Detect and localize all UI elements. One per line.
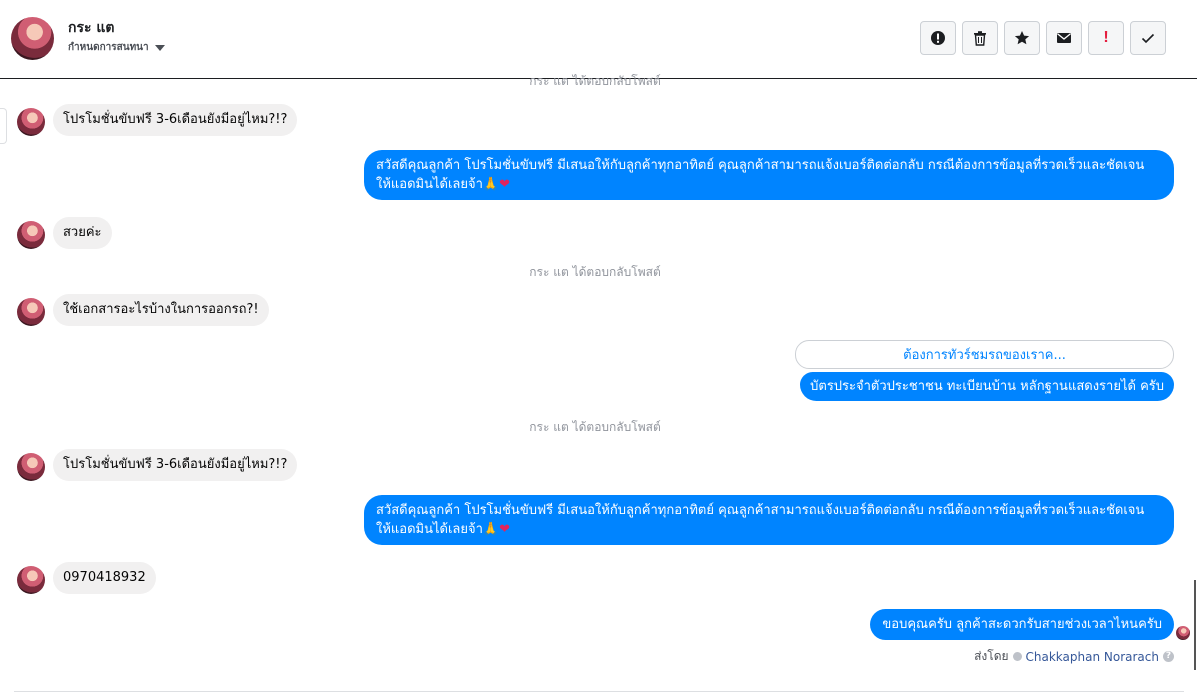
incoming-message: สวยค่ะ	[53, 217, 112, 249]
seen-avatar	[1176, 626, 1190, 640]
conversation-label-dropdown[interactable]: กำหนดการสนทนา	[68, 40, 165, 55]
envelope-icon	[1057, 33, 1071, 43]
caret-down-icon	[154, 44, 165, 51]
incoming-message: โปรโมชั่นขับฟรี 3-6เดือนยังมีอยู่ไหม?!?	[53, 104, 298, 136]
star-icon	[1014, 31, 1030, 45]
conversation-label-text: กำหนดการสนทนา	[68, 42, 149, 53]
outgoing-message: สวัสดีคุณลูกค้า โปรโมชั่นขับฟรี มีเสนอให…	[364, 150, 1174, 200]
heart-emoji: ❤	[499, 522, 511, 537]
spam-button[interactable]: !	[1088, 21, 1124, 55]
outgoing-message: ขอบคุณครับ ลูกค้าสะดวกรับสายช่วงเวลาไหนค…	[870, 609, 1174, 640]
conversation-toolbar: !	[920, 21, 1166, 55]
system-message: กระ แต ได้ตอบกลับโพสต์	[529, 420, 661, 434]
sender-avatar	[17, 566, 45, 594]
message-line: ให้แอดมินได้เลยจ้า🙏	[376, 177, 500, 192]
trash-icon	[974, 31, 986, 46]
heart-emoji: ❤	[499, 177, 511, 192]
message-thread: กระ แต ได้ตอบกลับโพสต์ โปรโมชั่นขับฟรี 3…	[0, 74, 1197, 695]
help-icon[interactable]: ?	[1163, 651, 1174, 662]
sent-by-info: ส่งโดย Chakkaphan Norarach ?	[974, 647, 1174, 666]
scrollbar[interactable]	[1194, 580, 1196, 670]
incoming-message: ใช้เอกสารอะไรบ้างในการออกรถ?!	[53, 294, 269, 326]
outgoing-message: สวัสดีคุณลูกค้า โปรโมชั่นขับฟรี มีเสนอให…	[364, 495, 1174, 545]
check-icon	[1141, 33, 1155, 44]
delete-button[interactable]	[962, 21, 998, 55]
incoming-message: 0970418932	[53, 562, 156, 594]
divider	[14, 691, 1184, 692]
incoming-message: โปรโมชั่นขับฟรี 3-6เดือนยังมีอยู่ไหม?!?	[53, 449, 298, 481]
message-line: ให้แอดมินได้เลยจ้า🙏	[376, 522, 500, 537]
sender-avatar	[17, 108, 45, 136]
verified-icon	[1012, 652, 1022, 661]
message-line: สวัสดีคุณลูกค้า โปรโมชั่นขับฟรี มีเสนอให…	[376, 503, 1145, 518]
mark-unread-button[interactable]	[1046, 21, 1082, 55]
system-message: กระ แต ได้ตอบกลับโพสต์	[529, 265, 661, 279]
sent-by-label: ส่งโดย	[974, 649, 1009, 663]
done-button[interactable]	[1130, 21, 1166, 55]
sender-avatar	[17, 298, 45, 326]
star-button[interactable]	[1004, 21, 1040, 55]
system-message: กระ แต ได้ตอบกลับโพสต์	[529, 74, 661, 88]
exclamation-icon: !	[1103, 29, 1109, 46]
info-button[interactable]	[920, 21, 956, 55]
conversation-header: กระ แต กำหนดการสนทนา !	[0, 0, 1197, 79]
contact-avatar[interactable]	[11, 17, 54, 60]
quick-reply-button[interactable]: ต้องการทัวร์ชมรถของเราค...	[795, 340, 1174, 369]
message-line: สวัสดีคุณลูกค้า โปรโมชั่นขับฟรี มีเสนอให…	[376, 158, 1145, 173]
contact-name[interactable]: กระ แต	[68, 17, 115, 39]
outgoing-message: บัตรประจำตัวประชาชน ทะเบียนบ้าน หลักฐานแ…	[800, 372, 1174, 401]
sender-name-link[interactable]: Chakkaphan Norarach	[1026, 650, 1159, 664]
info-circle-icon	[931, 31, 945, 45]
sender-avatar	[17, 221, 45, 249]
sender-avatar	[17, 453, 45, 481]
